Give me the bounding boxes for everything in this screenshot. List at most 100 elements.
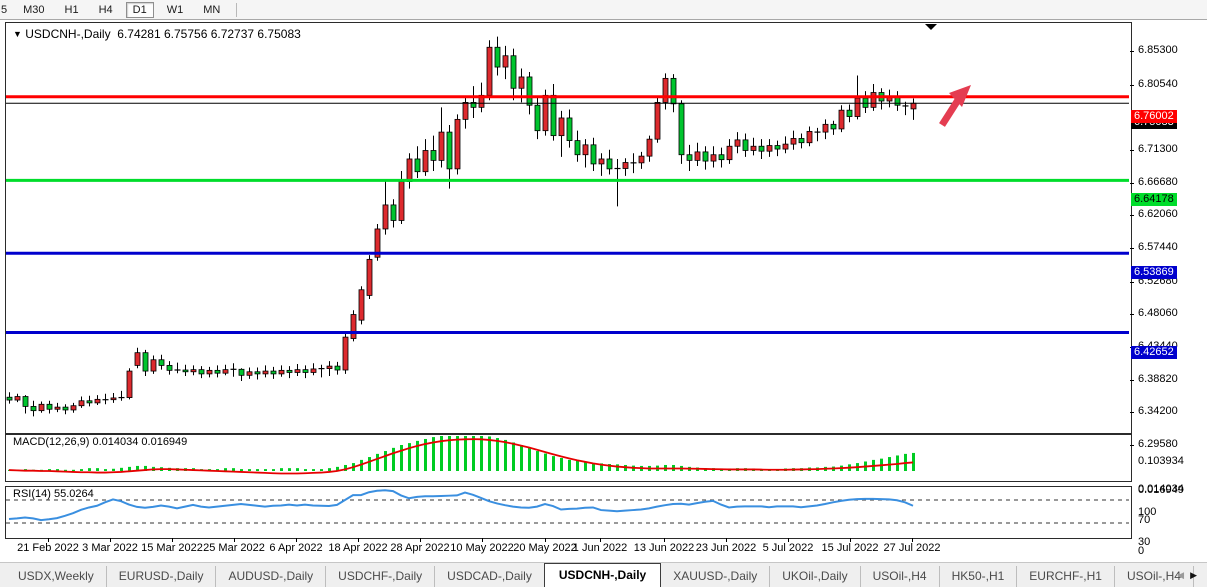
candle-bear — [759, 146, 764, 151]
macd-hist-bar — [320, 469, 323, 471]
timeframe-toolbar: 5 M30 H1 H4 D1 W1 MN — [0, 0, 1207, 20]
candle-bear — [31, 406, 36, 410]
time-axis-label: 3 Mar 2022 — [82, 542, 138, 554]
timeframe-button-mn[interactable]: MN — [196, 2, 227, 18]
candle-bear — [775, 146, 780, 150]
candlestick-chart[interactable] — [6, 23, 1129, 431]
tab-eurusd-daily[interactable]: EURUSD-,Daily — [107, 566, 217, 587]
candle-bull — [647, 139, 652, 156]
chart-shift-marker — [925, 24, 937, 30]
macd-hist-bar — [576, 461, 579, 471]
candle-bull — [487, 47, 492, 95]
candle-bear — [215, 370, 220, 373]
candle-bull — [911, 103, 916, 109]
price-axis-tick — [1130, 183, 1134, 184]
candle-bull — [463, 102, 468, 119]
timeframe-button-m30[interactable]: M30 — [16, 2, 51, 18]
candle-bull — [71, 406, 76, 410]
rsi-chart[interactable] — [6, 487, 1129, 536]
macd-hist-bar — [272, 469, 275, 471]
macd-hist-bar — [296, 468, 299, 471]
arrow-object-shaft[interactable] — [942, 100, 958, 125]
macd-hist-bar — [504, 440, 507, 471]
candle-bull — [791, 138, 796, 144]
price-axis-tick — [1130, 51, 1134, 52]
chart-window[interactable]: ▼ USDCNH-,Daily 6.74281 6.75756 6.72737 … — [0, 20, 1207, 561]
time-axis-label: 28 Apr 2022 — [390, 542, 449, 554]
candle-bull — [407, 159, 412, 182]
candle-bear — [671, 78, 676, 103]
macd-hist-bar — [400, 445, 403, 471]
tab-xauusd-daily[interactable]: XAUUSD-,Daily — [661, 566, 770, 587]
candle-bear — [535, 105, 540, 130]
rsi-label: RSI(14) 55.0264 — [13, 488, 94, 500]
timeframe-button-h4[interactable]: H4 — [92, 2, 120, 18]
candle-bull — [127, 371, 132, 398]
price-axis-label: 6.85300 — [1138, 44, 1178, 56]
time-axis-label: 1 Jun 2022 — [573, 542, 627, 554]
tab-hk50-h1[interactable]: HK50-,H1 — [940, 566, 1018, 587]
chart-dropdown-icon[interactable]: ▼ — [13, 29, 22, 39]
tab-usdchf-daily[interactable]: USDCHF-,Daily — [326, 566, 435, 587]
timeframe-button-h1[interactable]: H1 — [58, 2, 86, 18]
candle-bear — [495, 47, 500, 67]
macd-hist-bar — [248, 469, 251, 471]
macd-hist-bar — [512, 442, 515, 471]
macd-hist-bar — [536, 451, 539, 471]
candle-bull — [135, 353, 140, 366]
price-axis-tick — [1130, 248, 1134, 249]
candle-bull — [111, 398, 116, 400]
chart-ohlc-values: 6.74281 6.75756 6.72737 6.75083 — [117, 27, 301, 41]
candle-bull — [399, 182, 404, 221]
tab-scroll-left-icon[interactable]: ◀ — [1177, 570, 1190, 580]
price-axis-label: 6.29580 — [1138, 438, 1178, 450]
rsi-panel[interactable] — [5, 486, 1132, 539]
price-axis-label: 6.38820 — [1138, 373, 1178, 385]
timeframe-button-w1[interactable]: W1 — [160, 2, 191, 18]
tab-scroll-right-icon[interactable]: ▶ — [1190, 570, 1203, 580]
candle-bear — [415, 159, 420, 172]
candle-bull — [503, 56, 508, 67]
time-axis-label: 15 Jul 2022 — [822, 542, 879, 554]
time-axis-label: 20 May 2022 — [513, 542, 577, 554]
candle-bull — [519, 77, 524, 88]
macd-hist-bar — [488, 436, 491, 471]
candle-bull — [655, 102, 660, 139]
time-axis[interactable]: 21 Feb 20223 Mar 202215 Mar 202225 Mar 2… — [5, 538, 1130, 560]
candle-bull — [207, 370, 212, 374]
candle-bear — [255, 372, 260, 374]
candle-bull — [663, 78, 668, 102]
candle-bear — [679, 104, 684, 155]
candle-bull — [79, 401, 84, 406]
price-axis-label: 6.57440 — [1138, 241, 1178, 253]
macd-hist-bar — [280, 468, 283, 471]
candle-bear — [591, 145, 596, 164]
symbol-tab-bar: USDX,WeeklyEURUSD-,DailyAUDUSD-,DailyUSD… — [0, 562, 1207, 587]
tab-ukoil-daily[interactable]: UKOil-,Daily — [770, 566, 860, 587]
candle-bear — [527, 77, 532, 105]
candle-bear — [199, 370, 204, 374]
macd-hist-bar — [520, 445, 523, 471]
macd-hist-bar — [496, 438, 499, 471]
tab-audusd-daily[interactable]: AUDUSD-,Daily — [216, 566, 326, 587]
tab-usdx-weekly[interactable]: USDX,Weekly — [6, 566, 107, 587]
candle-bull — [279, 370, 284, 374]
macd-hist-bar — [472, 436, 475, 471]
tab-eurchf-h1[interactable]: EURCHF-,H1 — [1017, 566, 1115, 587]
timeframe-button-d1[interactable]: D1 — [126, 2, 154, 18]
tab-usoil-h4[interactable]: USOil-,H4 — [861, 566, 940, 587]
tab-usdcad-daily[interactable]: USDCAD-,Daily — [435, 566, 545, 587]
price-axis[interactable]: 6.853006.805406.713006.666806.620606.574… — [1130, 20, 1207, 561]
price-axis-tick — [1130, 215, 1134, 216]
candle-bull — [151, 360, 156, 371]
macd-hist-bar — [448, 436, 451, 471]
tab-usdcnh-daily[interactable]: USDCNH-,Daily — [544, 563, 661, 587]
main-chart-panel[interactable] — [5, 22, 1132, 434]
timeframe-button-5[interactable]: 5 — [1, 2, 10, 18]
candle-bull — [191, 370, 196, 372]
tab-scroll-arrows: ◀▶ — [1177, 570, 1203, 581]
macd-hist-bar — [232, 468, 235, 471]
macd-hist-bar — [456, 436, 459, 471]
candle-bull — [559, 118, 564, 136]
hline-price-badge-0: 6.76002 — [1131, 110, 1177, 123]
